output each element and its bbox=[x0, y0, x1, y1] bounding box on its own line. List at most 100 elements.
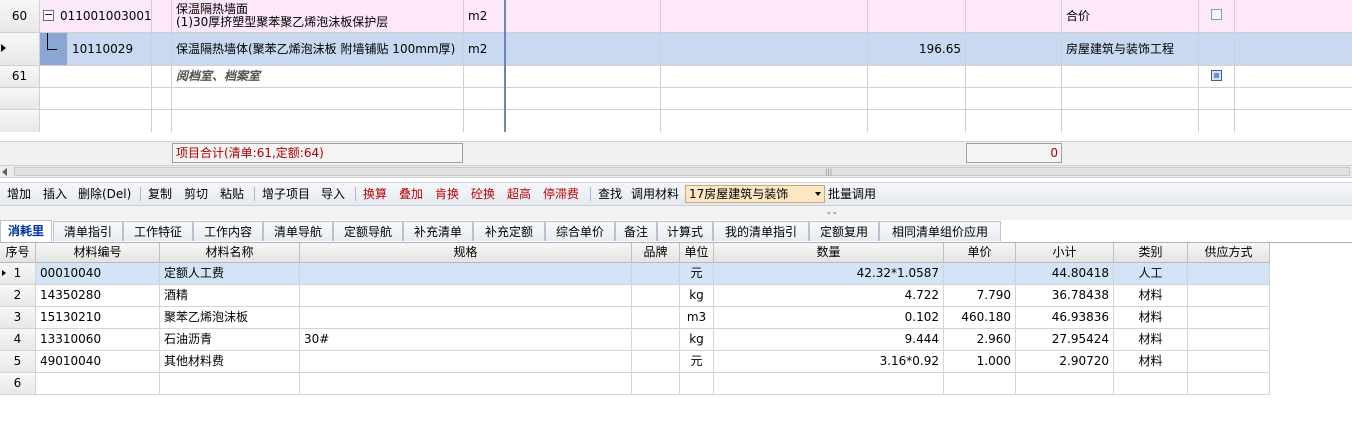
bill-row-61[interactable]: 61 阅档室、档案室 bbox=[0, 66, 1352, 87]
header-price[interactable]: 单价 bbox=[944, 243, 1016, 263]
header-quantity[interactable]: 数量 bbox=[714, 243, 944, 263]
add-subitem-button[interactable]: 增子项目 bbox=[262, 183, 310, 205]
row-checkbox[interactable] bbox=[1211, 9, 1222, 20]
overlay-button[interactable]: 叠加 bbox=[399, 183, 423, 205]
material-type bbox=[1114, 373, 1188, 394]
tab-quota-navigation[interactable]: 定额导航 bbox=[333, 221, 403, 241]
empty-row[interactable] bbox=[0, 110, 1352, 132]
bill-name: 阅档室、档案室 bbox=[172, 66, 464, 87]
tab-remarks[interactable]: 备注 bbox=[615, 221, 657, 241]
delete-button[interactable]: 删除(Del) bbox=[78, 183, 131, 205]
table-row[interactable]: 2 14350280 酒精 kg 4.722 7.790 36.78438 材料 bbox=[0, 285, 1270, 307]
tree-line-cell bbox=[40, 33, 68, 65]
material-subtotal bbox=[1016, 373, 1114, 394]
material-supply bbox=[1188, 351, 1270, 372]
empty-cell bbox=[1199, 110, 1235, 132]
empty-cell bbox=[966, 88, 1062, 109]
toolbar: 增加 插入 删除(Del) 复制 剪切 粘贴 增子项目 导入 换算 叠加 肯换 … bbox=[0, 182, 1352, 206]
tab-bill-guide[interactable]: 清单指引 bbox=[53, 221, 123, 241]
material-quantity bbox=[714, 373, 944, 394]
checkbox-cell bbox=[1199, 33, 1235, 65]
tab-bill-navigation[interactable]: 清单导航 bbox=[263, 221, 333, 241]
bill-code: 011001003001 bbox=[60, 9, 152, 23]
header-seq[interactable]: 序号 bbox=[0, 243, 36, 263]
tab-consumption[interactable]: 消耗里 bbox=[0, 220, 52, 242]
material-price: 2.960 bbox=[944, 329, 1016, 350]
horizontal-scrollbar[interactable]: ||| bbox=[0, 165, 1352, 178]
concrete-convert-button[interactable]: 砼换 bbox=[471, 183, 495, 205]
row-seq: 5 bbox=[0, 351, 36, 372]
header-code[interactable]: 材料编号 bbox=[36, 243, 160, 263]
empty-cell bbox=[1199, 88, 1235, 109]
unit-cell bbox=[464, 66, 506, 87]
minus-box-icon[interactable]: − bbox=[43, 9, 54, 21]
tab-my-bill-guide[interactable]: 我的清单指引 bbox=[713, 221, 809, 241]
material-spec bbox=[300, 373, 632, 394]
tab-work-features[interactable]: 工作特征 bbox=[123, 221, 193, 241]
replace-button[interactable]: 肯换 bbox=[435, 183, 459, 205]
material-brand bbox=[632, 373, 680, 394]
table-row[interactable]: 4 13310060 石油沥青 30# kg 9.444 2.960 27.95… bbox=[0, 329, 1270, 351]
find-button[interactable]: 查找 bbox=[598, 183, 622, 205]
empty-cell bbox=[966, 66, 1062, 87]
scroll-left-icon[interactable] bbox=[2, 168, 7, 176]
empty-cell bbox=[661, 66, 868, 87]
library-select[interactable]: 17房屋建筑与装饰 bbox=[685, 185, 825, 203]
row-number bbox=[0, 88, 40, 109]
table-row[interactable]: 5 49010040 其他材料费 元 3.16*0.92 1.000 2.907… bbox=[0, 351, 1270, 373]
row-checkbox-checked[interactable] bbox=[1211, 70, 1222, 81]
insert-button[interactable]: 插入 bbox=[43, 183, 67, 205]
material-spec bbox=[300, 285, 632, 306]
header-spec[interactable]: 规格 bbox=[300, 243, 632, 263]
scroll-thumb[interactable]: ||| bbox=[14, 167, 1350, 176]
header-supply[interactable]: 供应方式 bbox=[1188, 243, 1270, 263]
import-button[interactable]: 导入 bbox=[321, 183, 345, 205]
grip-icon: ||| bbox=[825, 168, 833, 176]
empty-row[interactable] bbox=[0, 88, 1352, 109]
row-seq: 6 bbox=[0, 373, 36, 394]
tab-unit-price[interactable]: 综合单价 bbox=[545, 221, 615, 241]
paste-button[interactable]: 粘贴 bbox=[220, 183, 244, 205]
quota-code: 10110029 bbox=[68, 33, 152, 65]
spacer-cell bbox=[152, 0, 172, 32]
chevron-down-icon[interactable] bbox=[815, 192, 821, 196]
add-button[interactable]: 增加 bbox=[7, 183, 31, 205]
tab-same-bill-pricing[interactable]: 相同清单组价应用 bbox=[879, 221, 1001, 241]
tab-supplement-quota[interactable]: 补充定额 bbox=[473, 221, 545, 241]
table-row[interactable]: 6 bbox=[0, 373, 1270, 395]
table-row[interactable]: 1 00010040 定额人工费 元 42.32*1.0587 44.80418… bbox=[0, 263, 1270, 285]
bill-row-60[interactable]: 60 − 011001003001 保温隔热墙面 (1)30厚挤塑型聚苯聚乙烯泡… bbox=[0, 0, 1352, 32]
material-brand bbox=[632, 263, 680, 284]
copy-button[interactable]: 复制 bbox=[148, 183, 172, 205]
material-brand bbox=[632, 329, 680, 350]
empty-cell bbox=[1062, 110, 1199, 132]
material-supply bbox=[1188, 329, 1270, 350]
spacer-cell bbox=[152, 33, 172, 65]
empty-cell bbox=[661, 33, 868, 65]
quota-row-selected[interactable]: 10110029 保温隔热墙体(聚苯乙烯泡沫板 附墙铺贴 100mm厚) m2 … bbox=[0, 33, 1352, 65]
tab-supplement-bill[interactable]: 补充清单 bbox=[403, 221, 473, 241]
header-subtotal[interactable]: 小计 bbox=[1016, 243, 1114, 263]
tree-connector-icon bbox=[47, 33, 57, 50]
tab-work-content[interactable]: 工作内容 bbox=[193, 221, 263, 241]
empty-cell bbox=[661, 110, 868, 132]
convert-button[interactable]: 换算 bbox=[363, 183, 387, 205]
cut-button[interactable]: 剪切 bbox=[184, 183, 208, 205]
empty-cell bbox=[152, 88, 172, 109]
row-pointer-icon bbox=[2, 270, 6, 276]
tab-quota-reuse[interactable]: 定额复用 bbox=[809, 221, 879, 241]
header-unit[interactable]: 单位 bbox=[680, 243, 714, 263]
header-brand[interactable]: 品牌 bbox=[632, 243, 680, 263]
batch-call-button[interactable]: 批量调用 bbox=[828, 183, 876, 205]
quantity-cell bbox=[868, 66, 966, 87]
tab-formula[interactable]: 计算式 bbox=[657, 221, 713, 241]
empty-cell bbox=[966, 33, 1062, 65]
splitter-arrow-icon[interactable]: ⌄⌄ bbox=[826, 209, 838, 216]
table-row[interactable]: 3 15130210 聚苯乙烯泡沫板 m3 0.102 460.180 46.9… bbox=[0, 307, 1270, 329]
header-name[interactable]: 材料名称 bbox=[160, 243, 300, 263]
header-type[interactable]: 类别 bbox=[1114, 243, 1188, 263]
splitter[interactable]: ⌄⌄ bbox=[0, 206, 1352, 220]
idle-fee-button[interactable]: 停滞费 bbox=[543, 183, 579, 205]
call-material-button[interactable]: 调用材料 bbox=[631, 183, 679, 205]
height-surcharge-button[interactable]: 超高 bbox=[507, 183, 531, 205]
